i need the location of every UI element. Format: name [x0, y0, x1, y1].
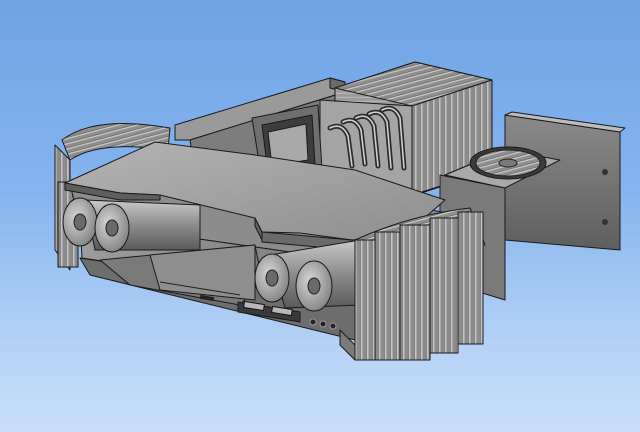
psu-fan	[469, 146, 547, 180]
cad-model[interactable]	[0, 0, 640, 432]
left-speaker-pair	[62, 197, 201, 253]
cad-viewport[interactable]	[0, 0, 640, 432]
